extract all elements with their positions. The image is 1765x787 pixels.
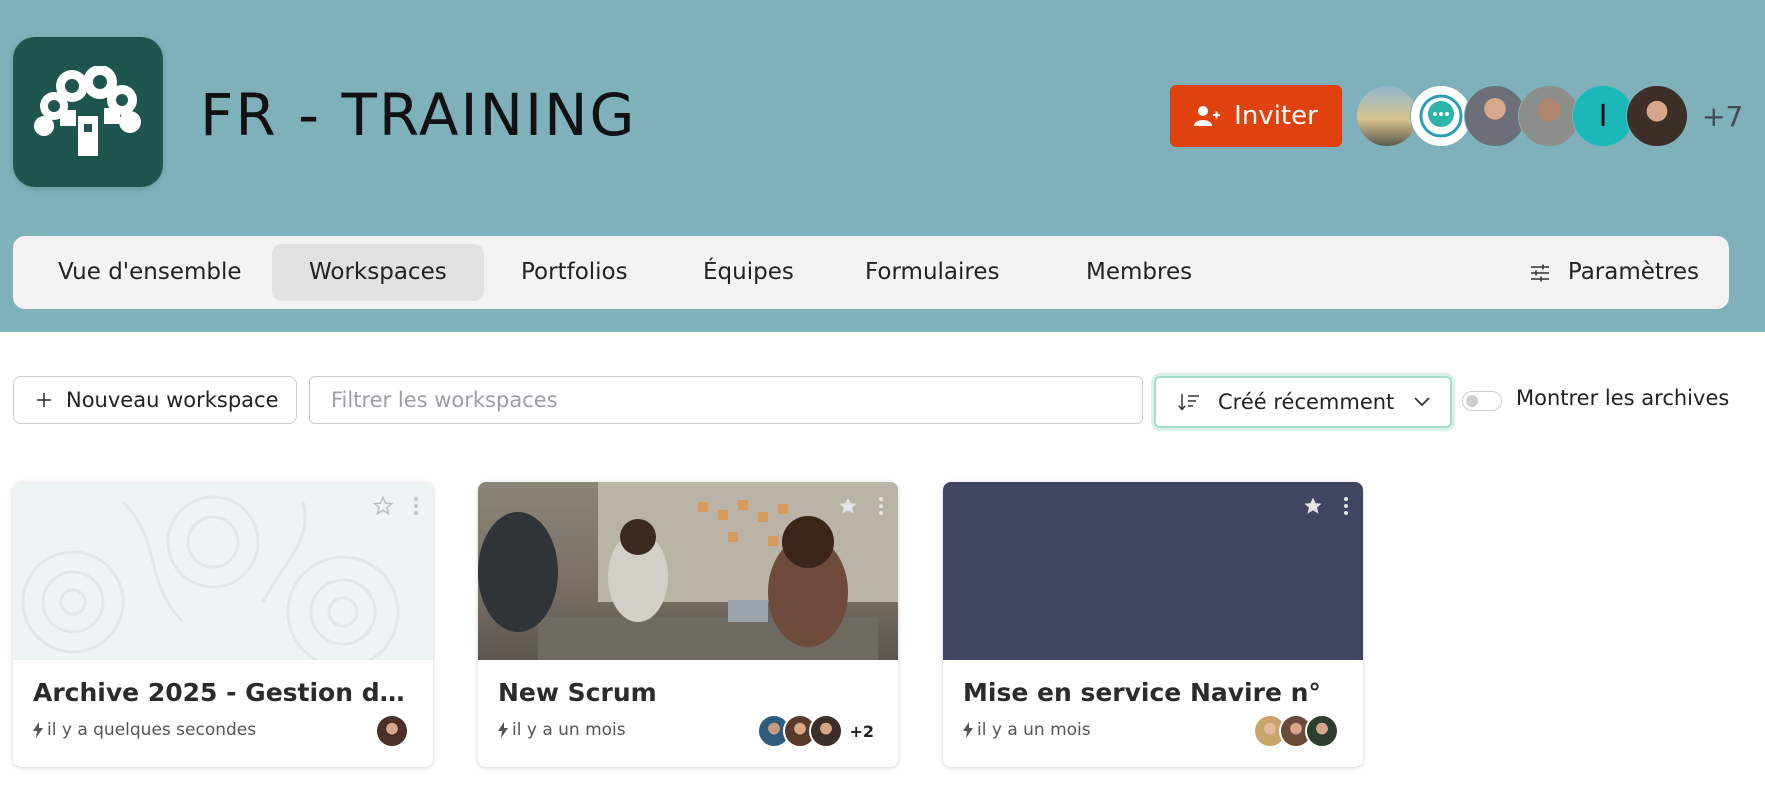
sort-select[interactable]: Créé récemment (1154, 376, 1452, 428)
star-icon[interactable] (373, 496, 393, 516)
workspace-card[interactable]: New Scrum il y a un mois +2 (478, 482, 898, 767)
sort-icon (1178, 394, 1199, 411)
sliders-icon (1530, 264, 1549, 281)
star-icon[interactable] (838, 496, 858, 516)
card-more-members: +2 (849, 721, 874, 741)
filter-workspaces-input[interactable] (309, 376, 1143, 424)
card-title: Archive 2025 - Gestion des c... (33, 678, 413, 707)
workspace-card[interactable]: Archive 2025 - Gestion des c... il y a q… (13, 482, 433, 767)
card-activity: il y a quelques secondes (33, 720, 256, 740)
sort-label: Créé récemment (1218, 390, 1395, 414)
lightning-icon (963, 722, 973, 738)
tab-portfolios[interactable]: Portfolios (484, 244, 665, 301)
workspace-card[interactable]: Mise en service Navire n° il y a un mois (943, 482, 1363, 767)
more-options-icon[interactable] (413, 496, 419, 516)
member-avatar (1305, 714, 1339, 748)
more-options-icon[interactable] (878, 496, 884, 516)
member-avatars[interactable]: I +7 (1356, 85, 1743, 147)
add-user-icon (1194, 106, 1221, 126)
user-avatar-2[interactable] (1410, 85, 1472, 147)
show-archives-toggle[interactable] (1462, 391, 1502, 411)
new-workspace-button[interactable]: Nouveau workspace (13, 376, 297, 424)
chat-bubble-icon (1419, 94, 1463, 138)
tab-forms[interactable]: Formulaires (828, 244, 1036, 301)
plus-icon (37, 393, 51, 407)
user-avatar-4[interactable] (1518, 85, 1580, 147)
user-avatar-6[interactable] (1626, 85, 1688, 147)
avatar-initial: I (1598, 98, 1608, 134)
user-avatar-1[interactable] (1356, 85, 1418, 147)
settings-label: Paramètres (1567, 259, 1699, 285)
member-avatar (375, 714, 409, 748)
team-meeting-photo-icon (478, 482, 898, 660)
settings-button[interactable]: Paramètres (1530, 244, 1699, 301)
user-avatar-3[interactable] (1464, 85, 1526, 147)
tab-workspaces[interactable]: Workspaces (272, 244, 484, 301)
card-activity-text: il y a quelques secondes (47, 720, 257, 740)
card-activity: il y a un mois (963, 720, 1091, 740)
workspace-toolbar: Nouveau workspace Créé récemment Montrer… (0, 376, 1765, 428)
paisley-pattern-icon (21, 495, 400, 669)
star-icon[interactable] (1303, 496, 1323, 516)
invite-button[interactable]: Inviter (1170, 85, 1342, 147)
card-activity: il y a un mois (498, 720, 626, 740)
card-cover-color (943, 482, 1363, 660)
org-header: FR - TRAINING Inviter I +7 Vue d'ensembl… (0, 0, 1765, 332)
tab-teams[interactable]: Équipes (666, 244, 831, 301)
tab-overview[interactable]: Vue d'ensemble (21, 244, 279, 301)
org-title: FR - TRAINING (200, 81, 637, 149)
card-members[interactable] (1253, 714, 1339, 748)
more-options-icon[interactable] (1343, 496, 1349, 516)
card-activity-text: il y a un mois (512, 720, 626, 740)
card-members[interactable] (375, 714, 409, 748)
new-workspace-label: Nouveau workspace (66, 388, 279, 412)
fractal-tree-logo-icon (34, 66, 141, 156)
user-avatar-5[interactable]: I (1572, 85, 1634, 147)
chevron-down-icon (1414, 397, 1430, 407)
tab-members[interactable]: Membres (1049, 244, 1229, 301)
card-members[interactable]: +2 (757, 714, 874, 748)
card-title: New Scrum (498, 678, 657, 707)
card-activity-text: il y a un mois (977, 720, 1091, 740)
more-members-count[interactable]: +7 (1702, 100, 1743, 133)
org-logo[interactable] (13, 37, 163, 187)
invite-label: Inviter (1234, 101, 1318, 131)
org-tab-bar: Vue d'ensemble Workspaces Portfolios Équ… (13, 236, 1729, 309)
card-cover-photo (478, 482, 898, 660)
member-avatar (809, 714, 844, 748)
show-archives-label: Montrer les archives (1516, 386, 1730, 410)
card-title: Mise en service Navire n° (963, 678, 1321, 707)
lightning-icon (498, 722, 508, 738)
lightning-icon (33, 722, 43, 738)
card-cover-pattern (13, 482, 433, 669)
